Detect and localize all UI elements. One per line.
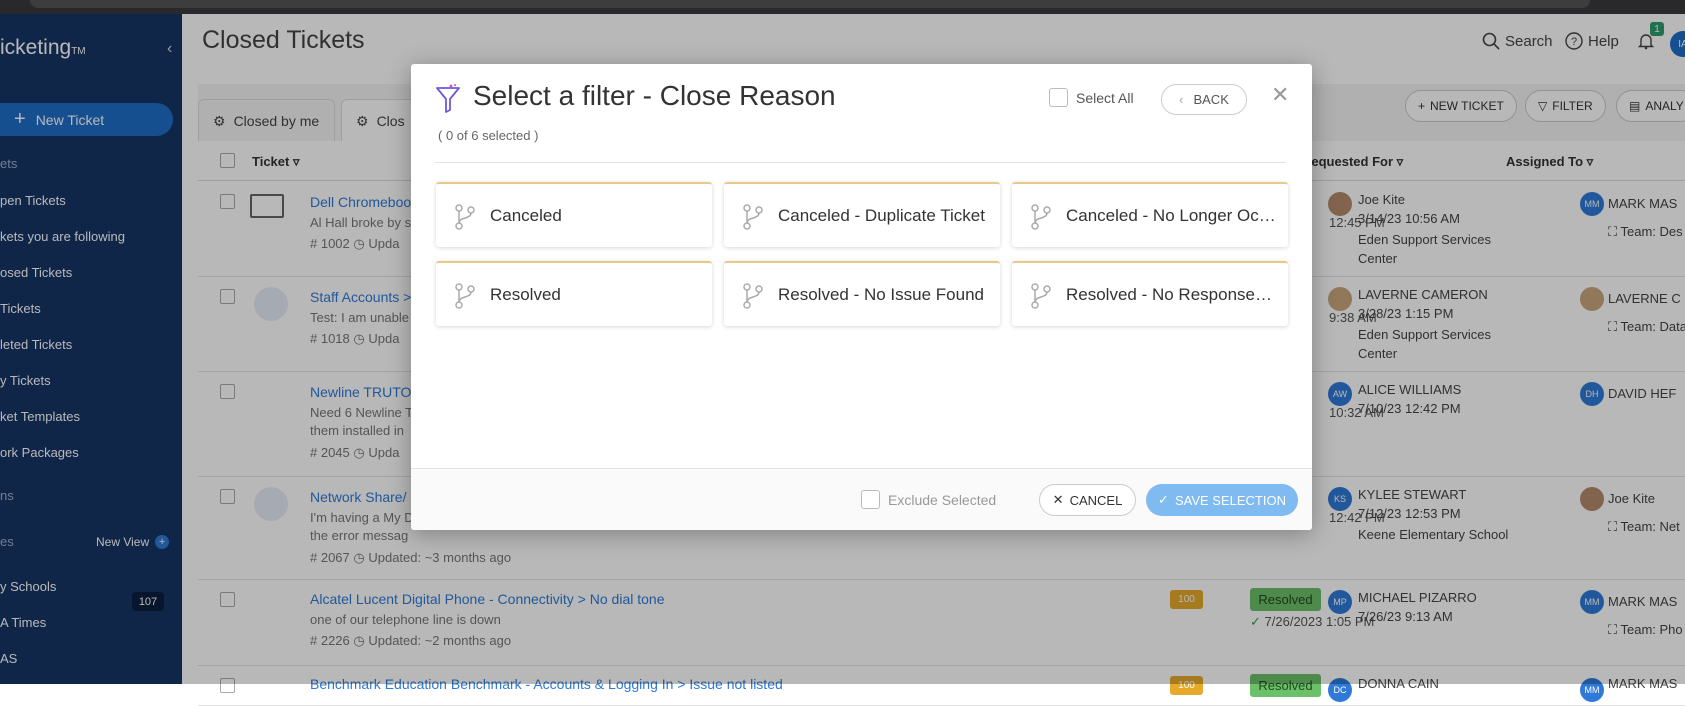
back-label: BACK <box>1193 92 1228 107</box>
filter-option-resolved-no-issue[interactable]: Resolved - No Issue Found <box>724 261 1000 326</box>
filter-option-resolved-no-response[interactable]: Resolved - No Response F... <box>1012 261 1288 326</box>
close-icon: ✕ <box>1053 492 1064 508</box>
filter-option-label: Canceled - No Longer Occ... <box>1066 206 1276 226</box>
modal-footer: Exclude Selected ✕ CANCEL ✓ SAVE SELECTION <box>411 468 1312 530</box>
checkbox-box <box>861 490 880 509</box>
cancel-label: CANCEL <box>1070 493 1123 508</box>
filter-option-label: Resolved - No Issue Found <box>778 285 988 305</box>
branch-icon <box>742 204 764 230</box>
save-label: SAVE SELECTION <box>1175 493 1286 508</box>
exclude-selected-label: Exclude Selected <box>888 492 996 508</box>
filter-option-label: Canceled - Duplicate Ticket <box>778 206 988 226</box>
filter-option-label: Resolved <box>490 285 700 305</box>
branch-icon <box>742 283 764 309</box>
selected-count: ( 0 of 6 selected ) <box>438 128 538 143</box>
filter-option-canceled-no-longer[interactable]: Canceled - No Longer Occ... <box>1012 182 1288 247</box>
select-all-checkbox[interactable]: Select All <box>1049 88 1134 107</box>
select-all-label: Select All <box>1076 90 1134 106</box>
filter-option-label: Canceled <box>490 206 700 226</box>
divider <box>435 162 1286 163</box>
filter-modal: Select a filter - Close Reason ( 0 of 6 … <box>411 64 1312 530</box>
check-icon: ✓ <box>1158 492 1169 508</box>
branch-icon <box>454 204 476 230</box>
exclude-selected-checkbox[interactable]: Exclude Selected <box>861 490 996 509</box>
filter-option-resolved[interactable]: Resolved <box>436 261 712 326</box>
cancel-button[interactable]: ✕ CANCEL <box>1039 484 1136 516</box>
close-icon[interactable]: ✕ <box>1271 82 1289 108</box>
modal-title: Select a filter - Close Reason <box>473 80 836 112</box>
checkbox-box <box>1049 88 1068 107</box>
back-button[interactable]: ‹ BACK <box>1161 84 1247 115</box>
filter-option-canceled-duplicate[interactable]: Canceled - Duplicate Ticket <box>724 182 1000 247</box>
branch-icon <box>1030 283 1052 309</box>
filter-option-canceled[interactable]: Canceled <box>436 182 712 247</box>
save-selection-button[interactable]: ✓ SAVE SELECTION <box>1146 484 1298 516</box>
chevron-left-icon: ‹ <box>1179 92 1183 107</box>
filter-option-label: Resolved - No Response F... <box>1066 285 1276 305</box>
branch-icon <box>454 283 476 309</box>
branch-icon <box>1030 204 1052 230</box>
funnel-icon <box>435 84 461 116</box>
